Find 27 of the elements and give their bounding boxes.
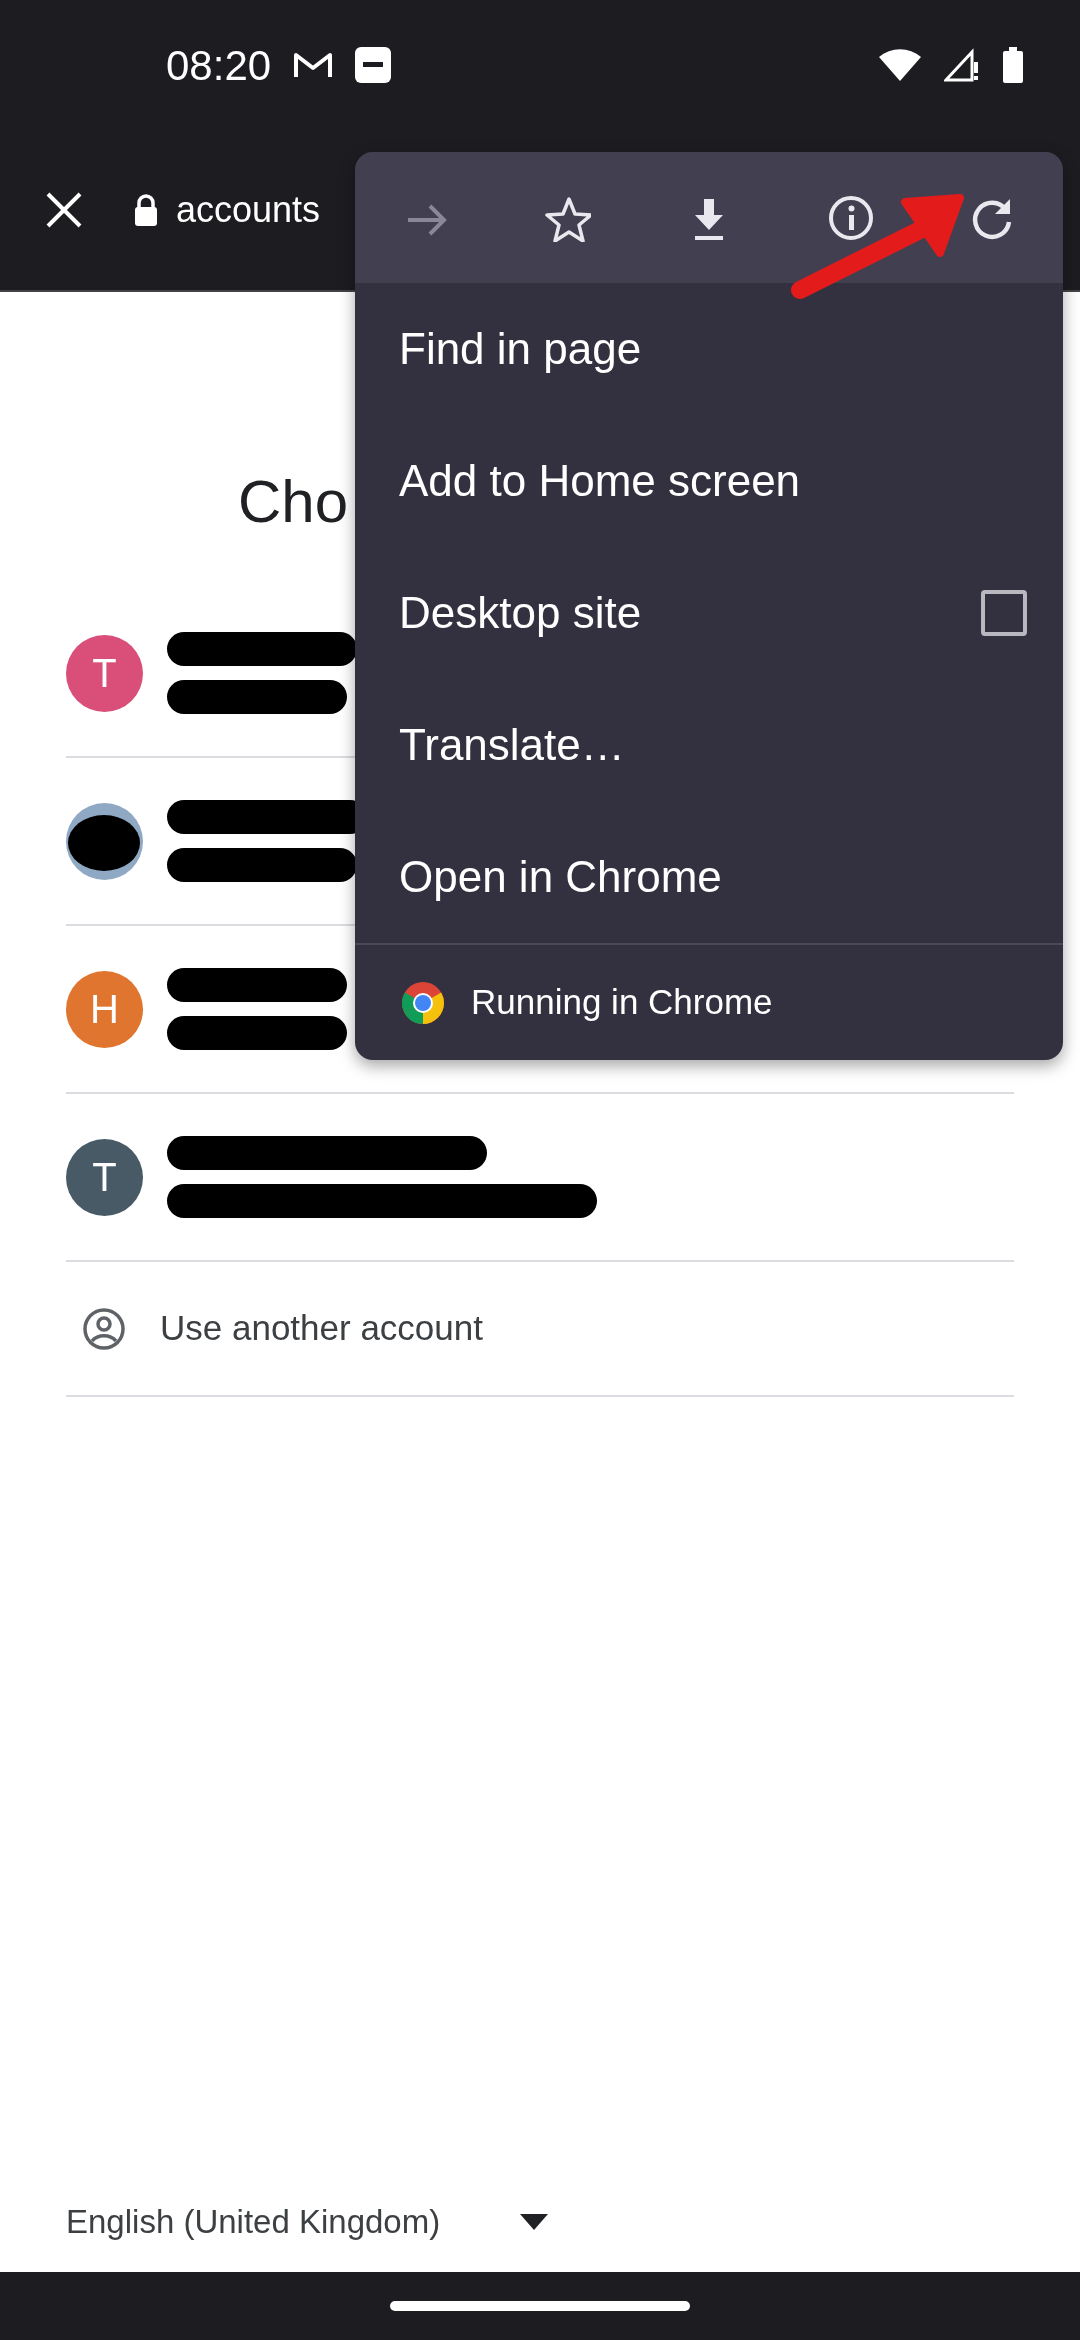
close-button[interactable] xyxy=(44,190,84,230)
language-selector[interactable]: English (United Kingdom) xyxy=(66,2197,441,2247)
wifi-icon xyxy=(878,48,922,82)
app-notification-icon xyxy=(355,47,392,83)
checkbox[interactable] xyxy=(981,590,1027,636)
avatar: H xyxy=(66,970,143,1048)
close-icon xyxy=(44,190,84,230)
account-circle-icon xyxy=(82,1306,126,1351)
avatar: T xyxy=(66,634,143,712)
menu-item[interactable]: Translate… xyxy=(399,712,625,778)
running-in-chrome-text: Running in Chrome xyxy=(471,981,773,1024)
url-text[interactable]: accounts xyxy=(176,183,321,237)
page-heading: Cho xyxy=(238,467,349,537)
menu-item[interactable]: Desktop site xyxy=(399,580,642,646)
signal-icon xyxy=(944,48,980,82)
info-icon[interactable] xyxy=(826,193,875,242)
battery-icon xyxy=(1002,47,1024,83)
menu-item[interactable]: Add to Home screen xyxy=(399,448,801,514)
chrome-logo-icon xyxy=(401,980,445,1025)
menu-item[interactable]: Open in Chrome xyxy=(399,844,722,910)
mail-icon xyxy=(293,50,334,80)
lock-icon xyxy=(134,194,158,226)
dropdown-caret-icon xyxy=(520,2214,549,2230)
status-time: 08:20 xyxy=(166,40,272,91)
use-another-account-link[interactable]: Use another account xyxy=(160,1302,483,1355)
avatar: T xyxy=(66,1138,143,1216)
menu-item[interactable]: Find in page xyxy=(399,316,642,382)
